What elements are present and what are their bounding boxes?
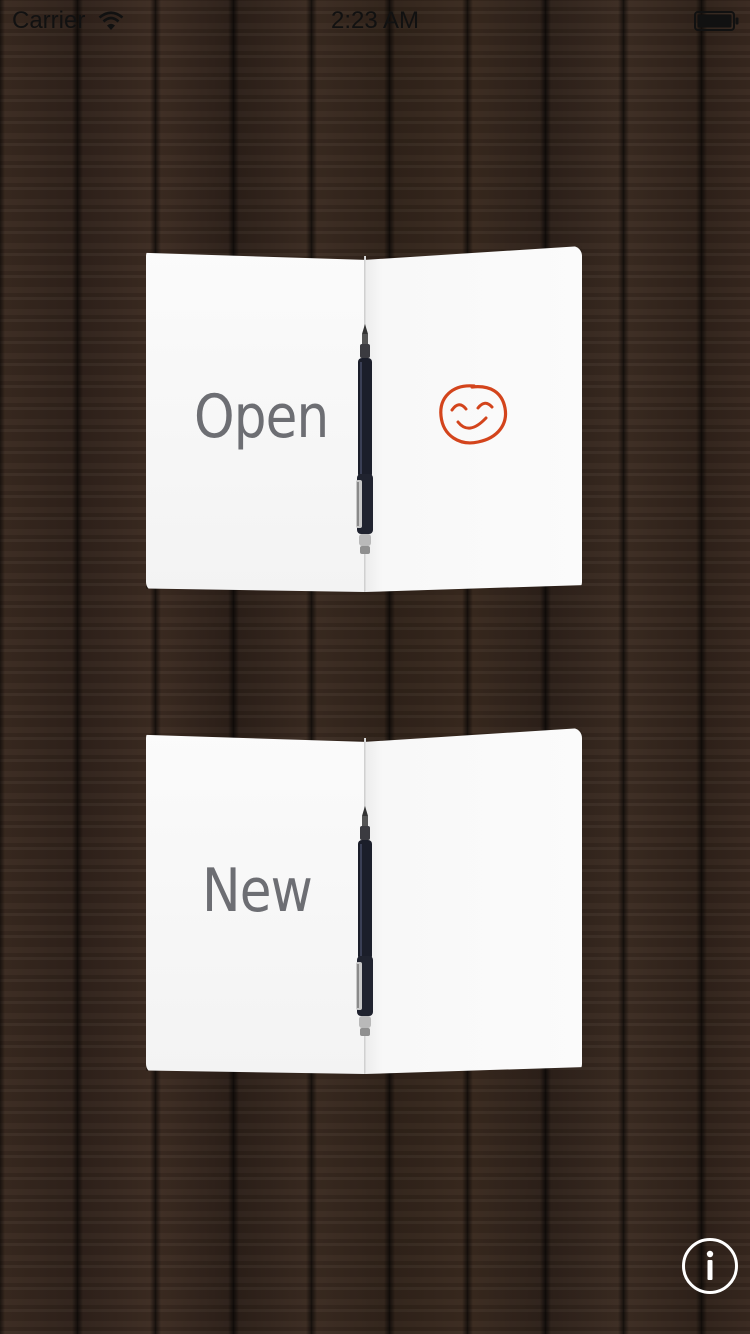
info-button[interactable] [682, 1238, 738, 1294]
new-notebook-button[interactable]: New [146, 728, 582, 1074]
status-bar: Carrier 2:23 AM [0, 0, 750, 40]
new-label: New [202, 856, 313, 926]
clock: 2:23 AM [330, 7, 420, 34]
open-label: Open [194, 382, 329, 452]
open-notebook-button[interactable]: Open [146, 246, 582, 592]
pen-icon [351, 806, 379, 1038]
battery-icon [694, 10, 740, 31]
notebook-right-page [365, 728, 582, 1074]
smiley-icon [436, 382, 510, 448]
pen-icon [351, 324, 379, 556]
